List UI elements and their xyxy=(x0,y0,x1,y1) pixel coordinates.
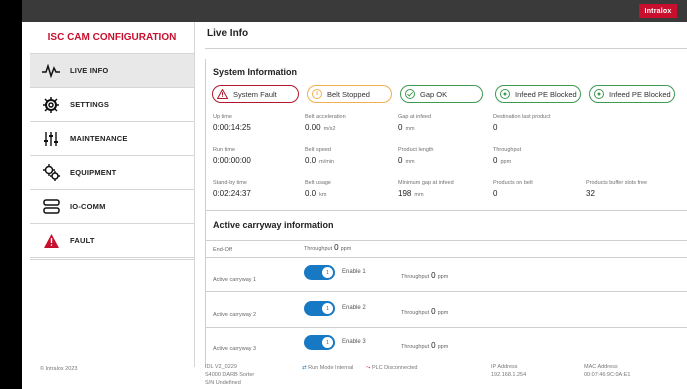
gears-icon xyxy=(42,164,60,182)
dot-circle-icon xyxy=(500,89,510,99)
mac-address: MAC Address 00:07:46:9C:0A:E1 xyxy=(584,364,631,378)
row-label-end-off: End-Off xyxy=(213,247,232,253)
version-info: IDL V2_0229 S4000 DARB Sorter S/N Undefi… xyxy=(205,364,255,386)
table-divider xyxy=(206,257,687,258)
status-badges: System Fault Belt Stopped Gap OK Infeed … xyxy=(212,85,687,105)
plc-status: ⤳ PLC Disconnected xyxy=(366,365,418,371)
pulse-icon xyxy=(42,62,60,80)
sidebar: ISC CAM CONFIGURATION LIVE INFO SETTINGS… xyxy=(30,22,195,367)
top-bar: Intralox xyxy=(22,0,687,22)
run-mode-icon: ⇄ xyxy=(302,365,307,371)
sidebar-item-label: FAULT xyxy=(70,236,95,245)
app-window: Intralox ISC CAM CONFIGURATION LIVE INFO… xyxy=(0,0,687,389)
section-divider xyxy=(206,210,687,211)
carryway-title: Active carryway information xyxy=(213,220,334,230)
sidebar-empty-area xyxy=(30,259,195,367)
metric-belt-usage: Belt usage 0.0 km xyxy=(305,180,331,198)
server-icon xyxy=(42,198,60,216)
main-content: Live Info System Information System Faul… xyxy=(205,22,687,367)
sidebar-item-label: MAINTENANCE xyxy=(70,134,128,143)
sidebar-item-label: EQUIPMENT xyxy=(70,168,117,177)
title-divider xyxy=(205,48,687,49)
sidebar-item-label: LIVE INFO xyxy=(70,66,109,75)
warning-icon xyxy=(217,89,228,99)
dot-circle-icon xyxy=(594,89,604,99)
metric-stand-by-time: Stand-by time 0:02:24:37 xyxy=(213,180,251,198)
enable-3-label: Enable 3 xyxy=(342,339,366,345)
ip-address: IP Address 192.168.1.254 xyxy=(491,364,527,378)
table-divider xyxy=(206,291,687,292)
enable-1-label: Enable 1 xyxy=(342,269,366,275)
table-divider xyxy=(206,327,687,328)
left-border xyxy=(0,0,22,389)
enable-1-toggle[interactable]: 1 xyxy=(304,265,335,280)
metric-minimum-gap: Minimum gap at infeed 198 mm xyxy=(398,180,454,198)
disconnected-icon: ⤳ xyxy=(366,365,371,371)
status-badge-infeed-pe-blocked-1: Infeed PE Blocked xyxy=(495,85,581,103)
run-mode: ⇄ Run Mode Internal xyxy=(302,365,354,371)
metric-product-length: Product length 0 mm xyxy=(398,147,434,165)
table-divider xyxy=(206,240,687,241)
sidebar-item-fault[interactable]: FAULT xyxy=(30,224,194,258)
metric-belt-speed: Belt speed 0.0 m/min xyxy=(305,147,335,165)
sidebar-item-io-comm[interactable]: IO-COMM xyxy=(30,190,194,224)
metric-destination-last-product: Destination last product 0 xyxy=(493,114,551,132)
throughput-carryway-2: Throughput 0 ppm xyxy=(401,307,449,316)
status-badge-system-fault: System Fault xyxy=(212,85,299,103)
gear-icon xyxy=(42,96,60,114)
metric-belt-acceleration: Belt acceleration 0.00 m/s2 xyxy=(305,114,346,132)
throughput-carryway-1: Throughput 0 ppm xyxy=(401,271,449,280)
status-badge-infeed-pe-blocked-2: Infeed PE Blocked xyxy=(589,85,675,103)
row-label-carryway-3: Active carryway 3 xyxy=(213,346,257,352)
status-badge-gap-ok: Gap OK xyxy=(400,85,483,103)
sidebar-item-label: SETTINGS xyxy=(70,100,110,109)
sliders-icon xyxy=(42,130,60,148)
metric-up-time: Up time 0:00:14:25 xyxy=(213,114,251,132)
check-circle-icon xyxy=(405,89,415,99)
sidebar-item-equipment[interactable]: EQUIPMENT xyxy=(30,156,194,190)
metric-run-time: Run time 0:00:00:00 xyxy=(213,147,251,165)
warning-icon xyxy=(42,232,60,250)
metric-gap-at-infeed: Gap at infeed 0 mm xyxy=(398,114,432,132)
throughput-carryway-3: Throughput 0 ppm xyxy=(401,341,449,350)
metric-throughput: Throughput 0 ppm xyxy=(493,147,522,165)
page-title: Live Info xyxy=(207,28,249,39)
sidebar-item-label: IO-COMM xyxy=(70,202,106,211)
sidebar-item-live-info[interactable]: LIVE INFO xyxy=(30,54,194,88)
sidebar-item-maintenance[interactable]: MAINTENANCE xyxy=(30,122,194,156)
sidebar-title: ISC CAM CONFIGURATION xyxy=(30,22,194,54)
throughput-end-off: Throughput 0 ppm xyxy=(304,243,352,252)
status-badge-belt-stopped: Belt Stopped xyxy=(307,85,392,103)
row-label-carryway-1: Active carryway 1 xyxy=(213,277,257,283)
intralox-logo: Intralox xyxy=(639,4,677,18)
enable-3-toggle[interactable]: 1 xyxy=(304,335,335,350)
live-info-panel: System Information System Fault Belt Sto… xyxy=(205,59,687,367)
enable-2-label: Enable 2 xyxy=(342,305,366,311)
sidebar-item-settings[interactable]: SETTINGS xyxy=(30,88,194,122)
metric-products-on-belt: Products on belt 0 xyxy=(493,180,533,198)
info-circle-icon xyxy=(312,89,322,99)
metric-products-buffer-slots-free: Products buffer slots free 32 xyxy=(586,180,648,198)
copyright: © Intralox 2023 xyxy=(40,366,78,372)
row-label-carryway-2: Active carryway 2 xyxy=(213,312,257,318)
enable-2-toggle[interactable]: 1 xyxy=(304,301,335,316)
system-info-title: System Information xyxy=(213,67,298,77)
footer: © Intralox 2023 IDL V2_0229 S4000 DARB S… xyxy=(22,361,687,389)
